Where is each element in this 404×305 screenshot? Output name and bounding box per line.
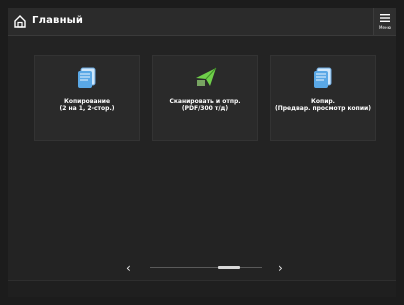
screen: Главный Меню Копирование (2 на 1, 2-стор… [8,8,396,297]
tile-copy-line1: Копирование [63,98,111,105]
tile-copy-title: Копирование (2 на 1, 2-стор.) [35,98,139,112]
chevron-left-icon[interactable]: ‹ [126,260,131,276]
home-icon[interactable] [13,14,27,28]
tile-copy-preview-line2: (Предвар. просмотр копии) [275,105,371,112]
page-track [150,267,262,268]
menu-label: Меню [379,25,391,30]
tile-copy-preview-line1: Копир. [311,98,335,105]
tile-scan-send[interactable]: Сканировать и отпр. (PDF/300 т/д) [152,55,258,141]
tile-copy-preview-title: Копир. (Предвар. просмотр копии) [271,98,375,112]
tile-copy[interactable]: Копирование (2 на 1, 2-стор.) [34,55,140,141]
tile-scan-send-line1: Сканировать и отпр. [169,98,241,105]
page-indicator: ‹ › [8,260,396,276]
page-thumb[interactable] [218,266,240,269]
scan-send-icon [196,67,217,86]
menu-icon [380,14,390,22]
menu-button[interactable]: Меню [373,8,396,35]
header: Главный Меню [8,8,396,36]
tile-scan-send-title: Сканировать и отпр. (PDF/300 т/д) [153,98,257,112]
copy-icon [78,67,96,88]
page-title: Главный [32,15,84,26]
tile-copy-preview[interactable]: Копир. (Предвар. просмотр копии) [270,55,376,141]
copy-preview-icon [314,67,332,88]
tile-copy-line2: (2 на 1, 2-стор.) [59,105,115,112]
chevron-right-icon[interactable]: › [278,260,283,276]
tile-scan-send-line2: (PDF/300 т/д) [181,105,229,112]
status-bar [8,280,396,297]
